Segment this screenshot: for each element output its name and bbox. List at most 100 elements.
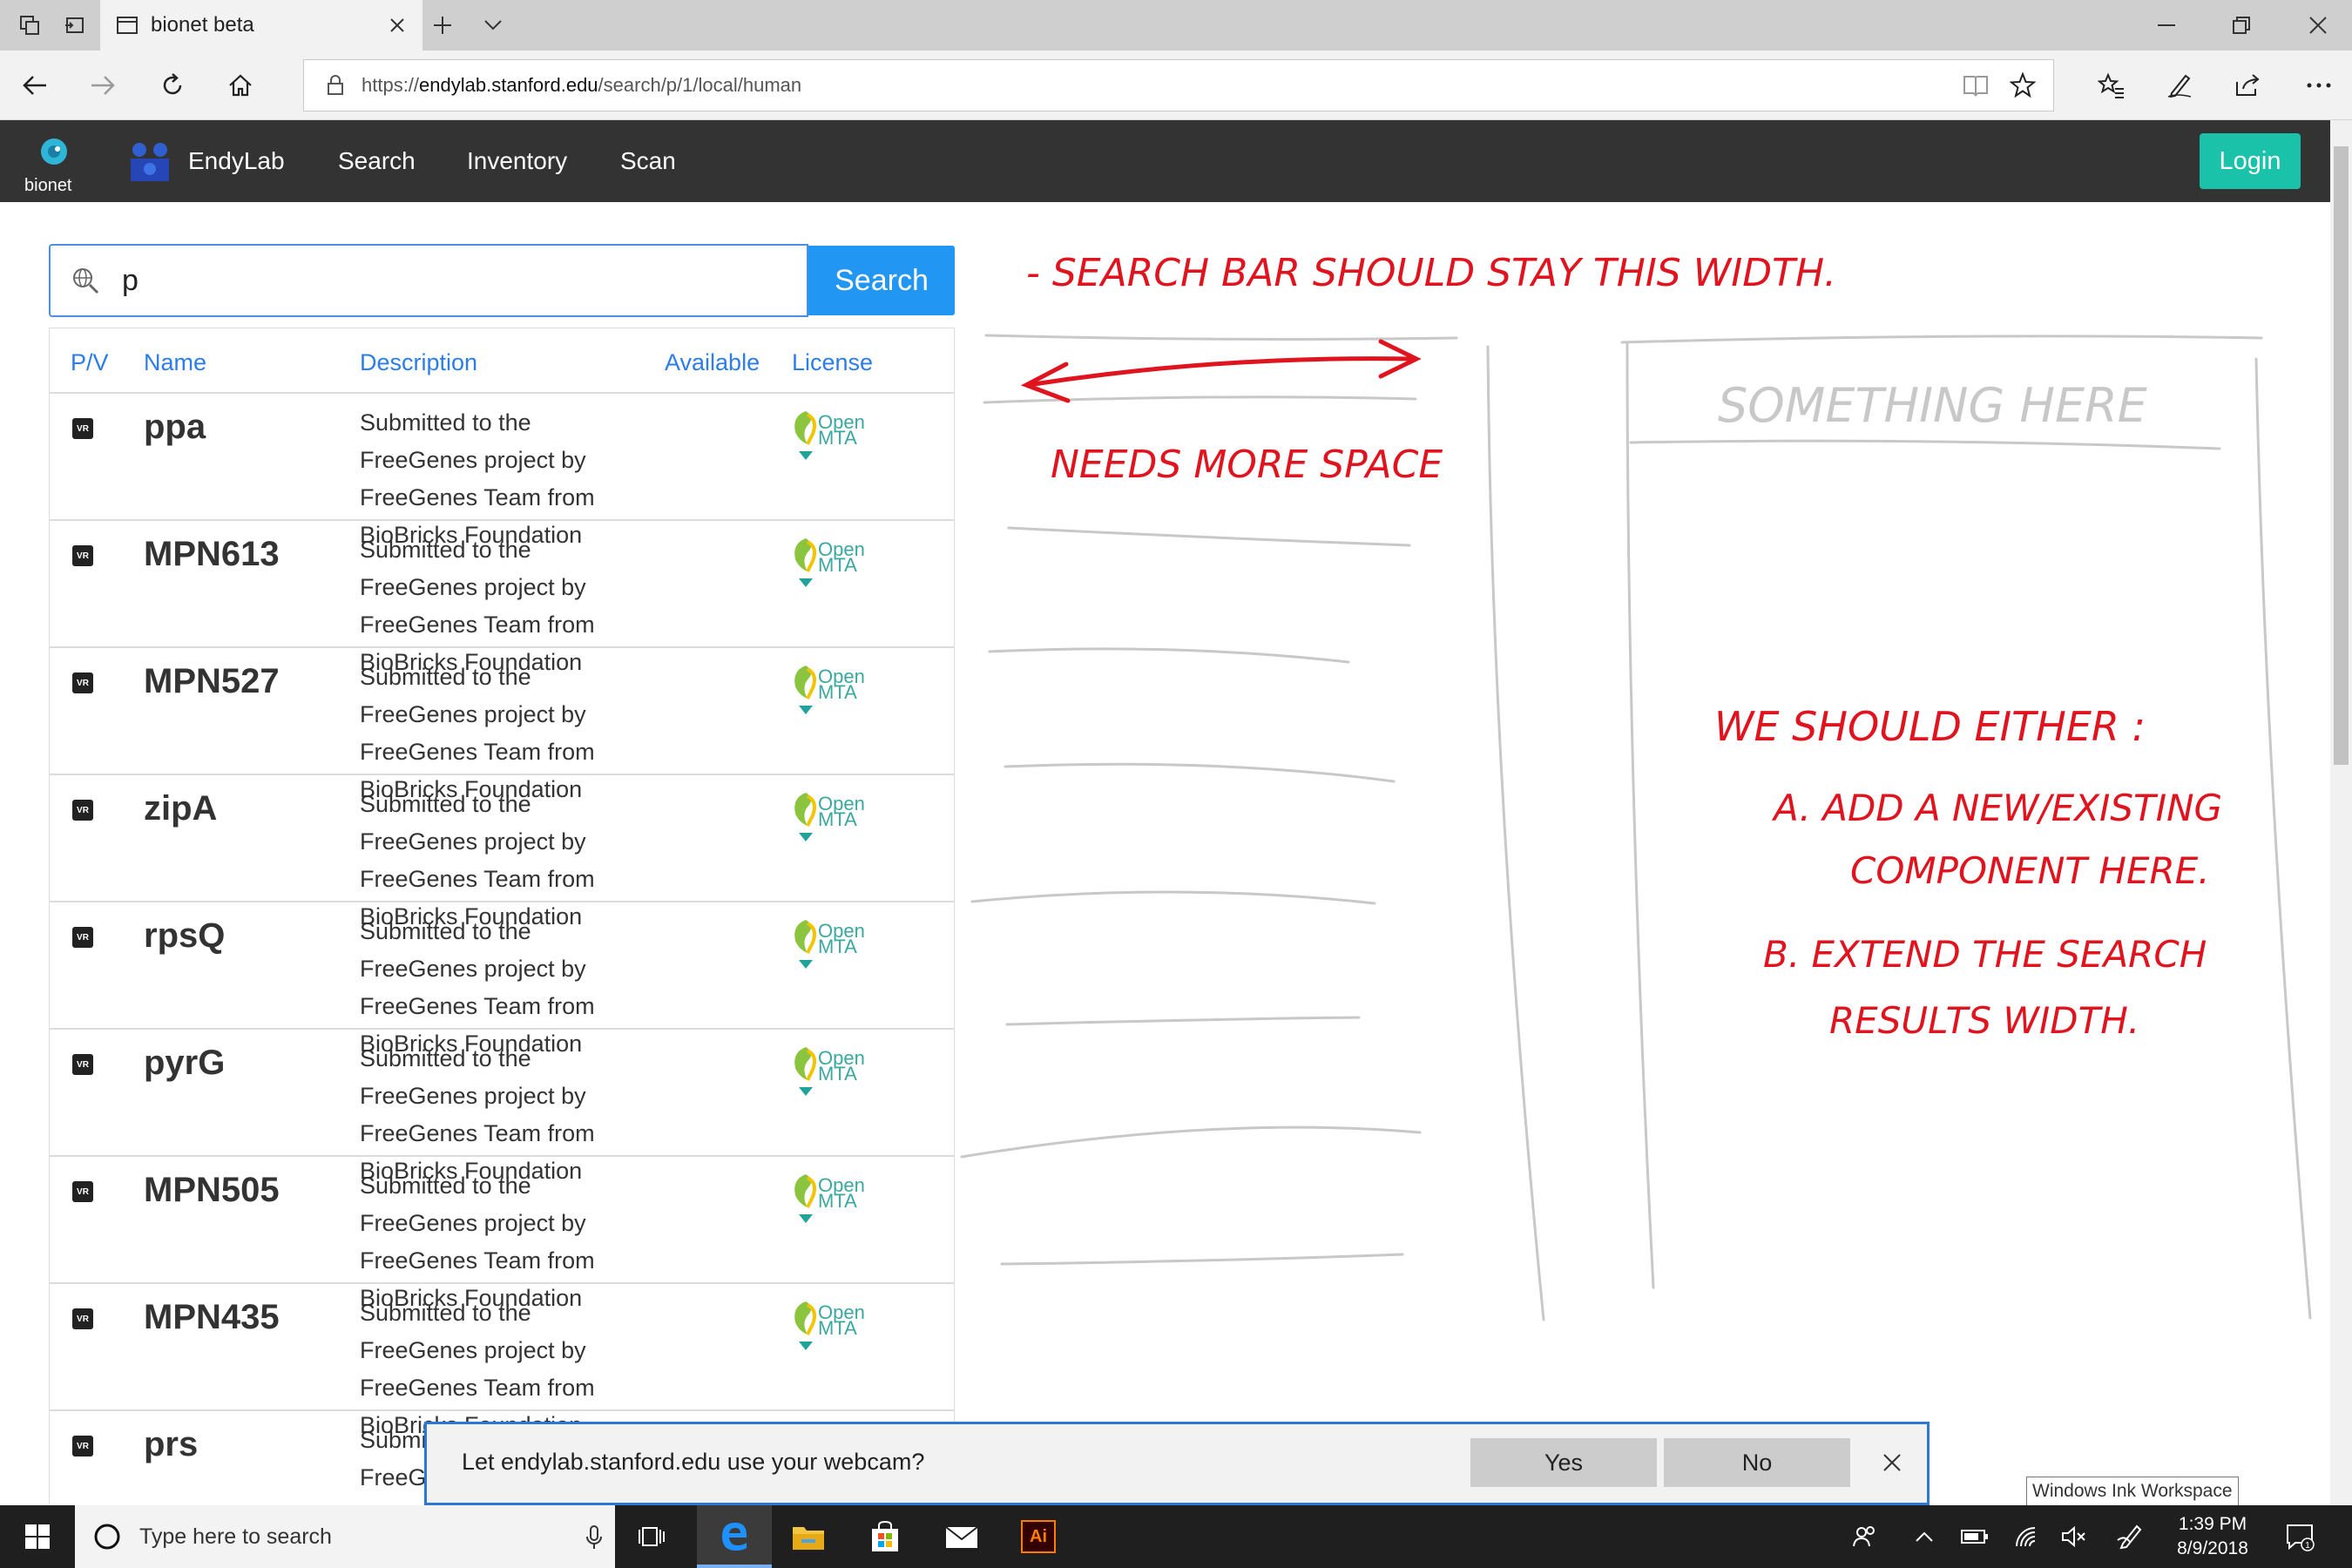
forward-arrow-icon[interactable] — [68, 51, 138, 120]
clock-date: 8/9/2018 — [2177, 1538, 2248, 1558]
ink-workspace-tooltip: Windows Ink Workspace — [2026, 1477, 2239, 1506]
table-row[interactable]: VR zipA Submitted to the FreeGenes project… — [50, 775, 954, 929]
share-icon[interactable] — [2213, 51, 2282, 120]
minimize-icon[interactable] — [2145, 0, 2188, 51]
table-row[interactable]: VR MPN527 Submitted to the FreeGenes proje… — [50, 648, 954, 802]
table-row[interactable]: VR MPN435 Submitted to the FreeGenes proje… — [50, 1284, 954, 1438]
battery-icon[interactable] — [1955, 1505, 1995, 1568]
column-header-available[interactable]: Available — [665, 349, 760, 376]
annotation-placeholder: SOMETHING HERE — [1718, 378, 2148, 433]
action-center-icon[interactable]: 1 — [2274, 1505, 2326, 1568]
annotation-option-b-line2: RESULTS WIDTH. — [1829, 999, 2139, 1042]
nav-scan[interactable]: Scan — [620, 120, 676, 202]
result-name-link[interactable]: MPN505 — [144, 1171, 280, 1210]
windows-ink-icon[interactable] — [2108, 1505, 2152, 1568]
restore-icon[interactable] — [2220, 0, 2263, 51]
close-window-icon[interactable] — [2296, 0, 2340, 51]
vr-badge-icon: VR — [72, 1308, 93, 1329]
home-icon[interactable] — [206, 51, 275, 120]
login-button[interactable]: Login — [2200, 133, 2301, 189]
permission-yes-button[interactable]: Yes — [1470, 1438, 1657, 1487]
set-aside-tabs-icon[interactable] — [54, 0, 96, 51]
task-view-icon[interactable] — [620, 1505, 683, 1568]
show-hidden-icons-chevron-icon[interactable] — [1904, 1505, 1944, 1568]
annotation-we-should-either: WE SHOULD EITHER : — [1714, 703, 2146, 750]
search-input[interactable]: p — [49, 244, 808, 317]
license-label: Open MTA — [818, 793, 865, 830]
people-icon[interactable] — [1843, 1505, 1887, 1568]
bionet-logo[interactable]: bionet — [19, 132, 89, 195]
annotation-option-a-line1: A. ADD A NEW/EXISTING — [1771, 787, 2222, 829]
column-header-license[interactable]: License — [792, 349, 873, 376]
close-tab-icon[interactable] — [384, 12, 410, 38]
page-scrollbar[interactable] — [2330, 120, 2352, 1505]
annotation-option-b-line1: B. EXTEND THE SEARCH — [1763, 933, 2207, 976]
file-explorer-icon[interactable] — [774, 1505, 843, 1568]
permission-close-icon[interactable] — [1873, 1443, 1911, 1482]
browser-tab[interactable]: bionet beta — [100, 0, 422, 51]
search-button[interactable]: Search — [808, 246, 955, 315]
taskbar-search-box[interactable]: Type here to search — [75, 1505, 615, 1568]
back-arrow-icon[interactable] — [0, 51, 70, 120]
open-mta-license-icon[interactable]: Open MTA — [788, 660, 875, 721]
taskbar-clock[interactable]: 1:39 PM 8/9/2018 — [2169, 1512, 2256, 1561]
vr-badge-icon: VR — [72, 800, 93, 821]
table-row[interactable]: VR ppa Submitted to the FreeGenes project … — [50, 394, 954, 548]
windows-start-icon[interactable] — [0, 1505, 75, 1568]
mail-icon[interactable] — [927, 1505, 997, 1568]
edge-browser-icon[interactable] — [697, 1505, 772, 1568]
more-ellipsis-icon[interactable] — [2284, 51, 2352, 120]
result-name-link[interactable]: ppa — [144, 408, 206, 447]
result-name-link[interactable]: rpsQ — [144, 916, 225, 956]
license-label: Open MTA — [818, 538, 865, 576]
table-row[interactable]: VR pyrG Submitted to the FreeGenes project… — [50, 1030, 954, 1184]
table-row[interactable]: VR rpsQ Submitted to the FreeGenes project… — [50, 902, 954, 1057]
result-name-link[interactable]: zipA — [144, 789, 217, 828]
scrollbar-thumb[interactable] — [2334, 146, 2349, 765]
tabs-aside-icon[interactable] — [9, 0, 51, 51]
column-header-name[interactable]: Name — [144, 349, 206, 376]
tab-preview-chevron-icon[interactable] — [476, 0, 510, 51]
open-mta-license-icon[interactable]: Open MTA — [788, 915, 875, 976]
open-mta-license-icon[interactable]: Open MTA — [788, 1042, 875, 1103]
column-header-description[interactable]: Description — [360, 349, 477, 376]
annotation-needs-more-space: NEEDS MORE SPACE — [1051, 443, 1443, 487]
open-mta-license-icon[interactable]: Open MTA — [788, 1169, 875, 1230]
favorites-hub-icon[interactable] — [2077, 51, 2146, 120]
nav-lab-name[interactable]: EndyLab — [188, 120, 285, 202]
endylab-logo-icon[interactable] — [127, 139, 172, 189]
open-mta-license-icon[interactable]: Open MTA — [788, 1296, 875, 1357]
permission-prompt: Let endylab.stanford.edu use your webcam… — [462, 1449, 925, 1475]
refresh-icon[interactable] — [138, 51, 207, 120]
favorite-star-icon[interactable] — [2009, 71, 2037, 103]
nav-search[interactable]: Search — [338, 120, 416, 202]
vr-badge-icon: VR — [72, 1054, 93, 1075]
result-name-link[interactable]: MPN435 — [144, 1298, 280, 1337]
table-row[interactable]: VR MPN613 Submitted to the FreeGenes proje… — [50, 521, 954, 675]
result-name-link[interactable]: prs — [144, 1425, 198, 1464]
table-row[interactable]: VR MPN505 Submitted to the FreeGenes proje… — [50, 1157, 954, 1311]
nav-inventory[interactable]: Inventory — [467, 120, 567, 202]
globe-search-icon — [73, 268, 99, 294]
address-bar[interactable]: https://endylab.stanford.edu/search/p/1/… — [303, 59, 2054, 112]
result-name-link[interactable]: pyrG — [144, 1044, 225, 1083]
tab-title: bionet beta — [151, 13, 254, 37]
new-tab-icon[interactable] — [425, 0, 460, 51]
store-icon[interactable] — [850, 1505, 920, 1568]
results-header: P/V Name Description Available License — [50, 328, 954, 394]
open-mta-license-icon[interactable]: Open MTA — [788, 533, 875, 594]
result-name-link[interactable]: MPN527 — [144, 662, 280, 701]
open-mta-license-icon[interactable]: Open MTA — [788, 406, 875, 467]
illustrator-icon[interactable]: Ai — [1004, 1505, 1073, 1568]
column-header-pv[interactable]: P/V — [71, 349, 109, 376]
microphone-icon[interactable] — [585, 1524, 603, 1551]
volume-muted-icon[interactable] — [2054, 1505, 2094, 1568]
bionet-logo-text: bionet — [24, 176, 72, 195]
reading-view-icon[interactable] — [1963, 74, 1989, 103]
open-mta-license-icon[interactable]: Open MTA — [788, 787, 875, 848]
result-name-link[interactable]: MPN613 — [144, 535, 280, 574]
vr-badge-icon: VR — [72, 1181, 93, 1202]
web-note-pen-icon[interactable] — [2145, 51, 2214, 120]
permission-no-button[interactable]: No — [1664, 1438, 1850, 1487]
wifi-icon[interactable] — [2007, 1505, 2047, 1568]
